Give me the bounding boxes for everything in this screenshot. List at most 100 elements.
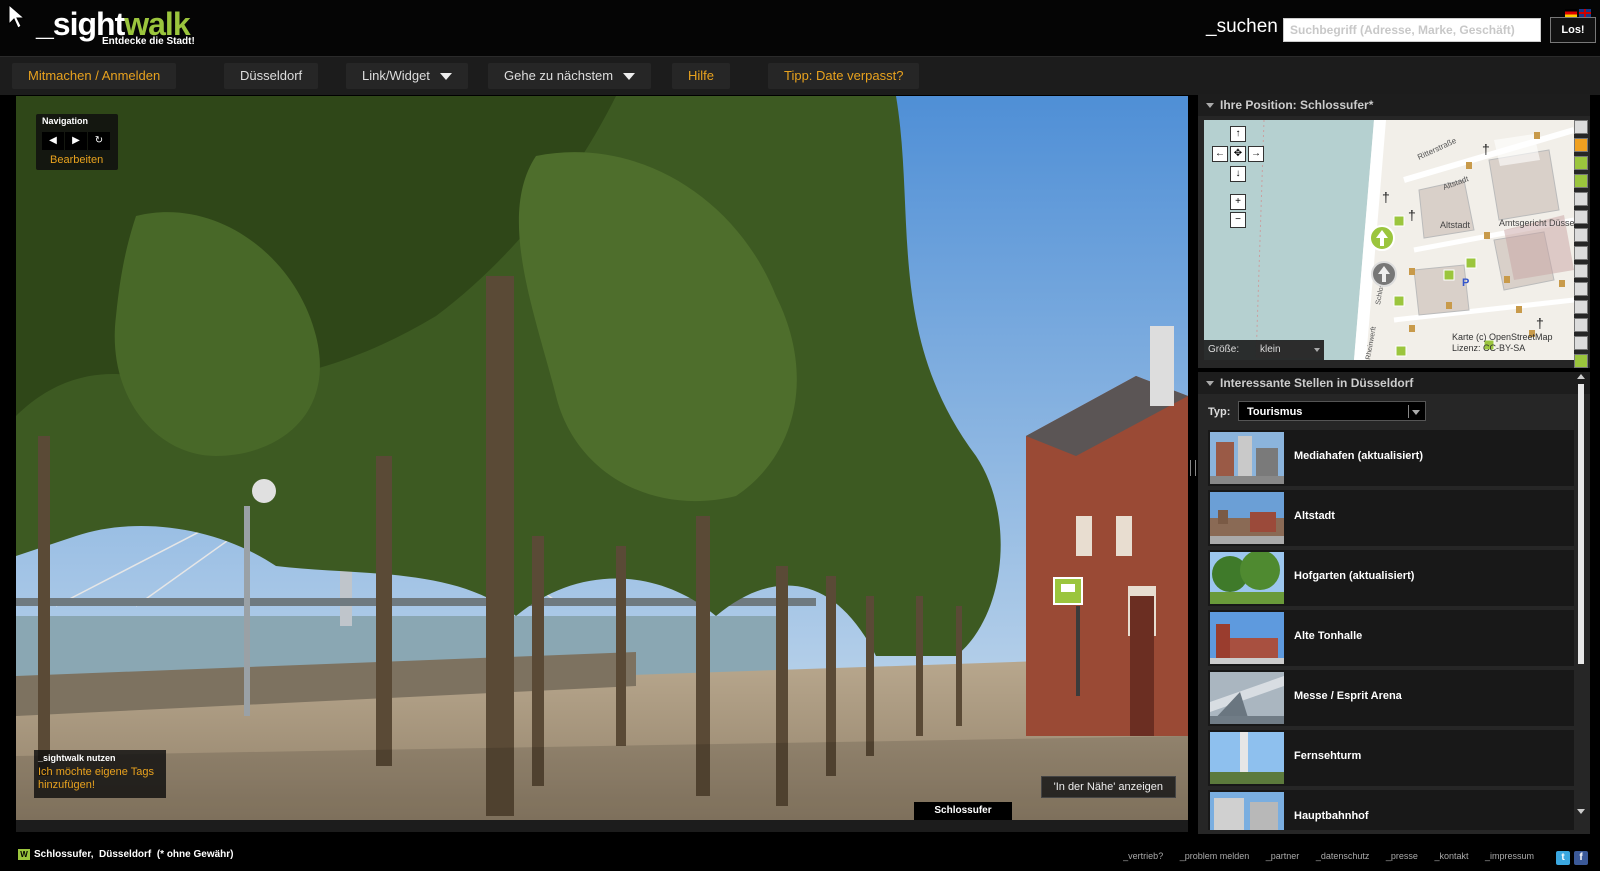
list-item[interactable]: Mediahafen (aktualisiert) — [1208, 430, 1574, 486]
footer-link-datenschutz[interactable]: _datenschutz — [1316, 851, 1370, 861]
social-links: tf — [1552, 847, 1588, 865]
layer-food-icon[interactable] — [1574, 138, 1588, 152]
edit-link[interactable]: Bearbeiten — [50, 154, 103, 166]
footer-link-partner[interactable]: _partner — [1266, 851, 1300, 861]
poi-scrollbar[interactable] — [1576, 372, 1586, 818]
svg-text:†: † — [1482, 141, 1490, 157]
scroll-thumb[interactable] — [1578, 384, 1584, 664]
nav-help[interactable]: Hilfe — [672, 63, 731, 89]
nav-help-label: Hilfe — [688, 68, 715, 83]
layer-shop-icon[interactable] — [1574, 282, 1588, 296]
nav-tip-label: Tipp: Date verpasst? — [784, 68, 904, 83]
nav-forward-icon[interactable]: ▶ — [65, 132, 87, 150]
poi-thumbnail — [1210, 432, 1284, 484]
map-zoom-out-icon[interactable]: − — [1230, 212, 1246, 228]
scroll-up-icon[interactable] — [1577, 374, 1585, 379]
layer-health-icon[interactable] — [1574, 300, 1588, 314]
layer-bank-icon[interactable] — [1574, 210, 1588, 224]
twitter-icon[interactable]: t — [1556, 851, 1570, 865]
map-size-select[interactable]: klein — [1256, 341, 1324, 358]
footer-link-vertrieb[interactable]: _vertrieb? — [1123, 851, 1163, 861]
add-tags-link[interactable]: Ich möchte eigene Tags hinzufügen! — [38, 766, 158, 792]
map-pan-up-icon[interactable]: ↑ — [1230, 126, 1246, 142]
layer-green-icon[interactable] — [1574, 174, 1588, 188]
nav-link-widget[interactable]: Link/Widget — [346, 63, 468, 89]
nav-go-to-nearest-label: Gehe zu nächstem — [504, 68, 614, 83]
english-flag-icon[interactable] — [1579, 9, 1591, 17]
poi-thumbnail — [1210, 732, 1284, 784]
map-label-altstadt: Altstadt — [1440, 220, 1471, 230]
poi-label: Messe / Esprit Arena — [1294, 690, 1402, 702]
list-item[interactable]: Fernsehturm — [1208, 730, 1574, 786]
chevron-down-icon — [623, 73, 636, 81]
map-panel: Ihre Position: Schlossufer* Ritterstraße… — [1198, 94, 1590, 368]
poi-type-select[interactable]: Tourismus — [1238, 401, 1426, 421]
layer-wlan-icon[interactable] — [1574, 156, 1588, 170]
poi-thumbnail — [1210, 492, 1284, 544]
layer-building-icon[interactable] — [1574, 318, 1588, 332]
footer-street: Schlossufer, — [34, 849, 94, 861]
footer-link-impressum[interactable]: _impressum — [1485, 851, 1534, 861]
layer-pen-icon[interactable] — [1574, 228, 1588, 242]
poi-label: Altstadt — [1294, 510, 1335, 522]
panorama-view[interactable]: Navigation ◀ ▶ ↻ Bearbeiten _sightwalk nut… — [16, 96, 1188, 832]
map-copyright-line1: Karte (c) OpenStreetMap — [1452, 332, 1553, 342]
footer-city: Düsseldorf — [99, 849, 152, 861]
map-size-label: Größe: — [1208, 344, 1240, 355]
resize-handle[interactable] — [1190, 460, 1196, 476]
navigation-widget: Navigation ◀ ▶ ↻ Bearbeiten — [36, 114, 118, 170]
map-label-amtsgericht: Amtsgericht Düsseldorf — [1499, 218, 1574, 228]
list-item[interactable]: Alte Tonhalle — [1208, 610, 1574, 666]
chevron-down-icon — [439, 73, 452, 81]
sightwalk-logo[interactable]: _sightwalk Entdecke die Stadt! — [8, 4, 208, 52]
help-icon[interactable] — [1574, 120, 1588, 134]
list-item[interactable]: Hauptbahnhof — [1208, 790, 1574, 830]
layer-fork-icon[interactable] — [1574, 264, 1588, 278]
layer-tools-icon[interactable] — [1574, 246, 1588, 260]
svg-text:†: † — [1536, 315, 1544, 331]
nav-city[interactable]: Düsseldorf — [224, 63, 319, 89]
poi-thumbnail — [1210, 612, 1284, 664]
main-navigation: Mitmachen / Anmelden Düsseldorf Link/Wid… — [0, 56, 1600, 95]
street-map[interactable]: Ritterstraße Altstadt Altstadt Amtsgeric… — [1204, 120, 1574, 360]
add-tags-box: _sightwalk nutzen Ich möchte eigene Tags… — [34, 750, 166, 798]
poi-panel: Interessante Stellen in Düsseldorf Typ: … — [1198, 372, 1590, 834]
search-button[interactable]: Los! — [1550, 17, 1596, 43]
expand-layers-icon[interactable] — [1574, 354, 1588, 368]
map-pan-down-icon[interactable]: ↓ — [1230, 166, 1246, 182]
list-item[interactable]: Hofgarten (aktualisiert) — [1208, 550, 1574, 606]
facebook-icon[interactable]: f — [1574, 851, 1588, 865]
poi-list: Mediahafen (aktualisiert) Altstadt Hofga… — [1208, 430, 1574, 830]
collapse-icon — [1206, 103, 1214, 109]
nav-tip[interactable]: Tipp: Date verpasst? — [768, 63, 920, 89]
scroll-down-icon[interactable] — [1577, 809, 1585, 814]
footer-link-problem[interactable]: _problem melden — [1180, 851, 1250, 861]
search-label: _suchen — [1206, 16, 1278, 37]
list-item[interactable]: Messe / Esprit Arena — [1208, 670, 1574, 726]
layer-bus-icon[interactable] — [1574, 336, 1588, 350]
poi-label: Alte Tonhalle — [1294, 630, 1363, 642]
map-pan-right-icon[interactable]: → — [1248, 146, 1264, 162]
list-item[interactable]: Altstadt — [1208, 490, 1574, 546]
nav-back-icon[interactable]: ◀ — [42, 132, 64, 150]
poi-panel-header[interactable]: Interessante Stellen in Düsseldorf — [1198, 372, 1590, 394]
right-column: Ihre Position: Schlossufer* Ritterstraße… — [1198, 94, 1590, 834]
show-nearby-button[interactable]: 'In der Nähe' anzeigen — [1040, 776, 1176, 798]
nav-join-login[interactable]: Mitmachen / Anmelden — [12, 63, 177, 89]
poi-thumbnail — [1210, 552, 1284, 604]
footer-link-kontakt[interactable]: _kontakt — [1434, 851, 1468, 861]
search-input[interactable] — [1283, 18, 1541, 42]
nav-go-to-nearest[interactable]: Gehe zu nächstem — [488, 63, 652, 89]
map-copyright-line2: Lizenz: CC-BY-SA — [1452, 343, 1526, 353]
footer-link-presse[interactable]: _presse — [1386, 851, 1418, 861]
nav-turn-icon[interactable]: ↻ — [88, 132, 110, 150]
map-center-icon[interactable]: ✥ — [1230, 146, 1246, 162]
german-flag-icon[interactable] — [1565, 9, 1577, 17]
map-panel-header[interactable]: Ihre Position: Schlossufer* — [1198, 94, 1590, 116]
layer-person-icon[interactable] — [1574, 192, 1588, 206]
nav-link-widget-label: Link/Widget — [362, 68, 430, 83]
footer-location: W Schlossufer, Düsseldorf (* ohne Gewähr) — [18, 849, 234, 860]
map-zoom-in-icon[interactable]: + — [1230, 194, 1246, 210]
panorama-location-label: Schlossufer — [914, 802, 1012, 820]
map-pan-left-icon[interactable]: ← — [1212, 146, 1228, 162]
